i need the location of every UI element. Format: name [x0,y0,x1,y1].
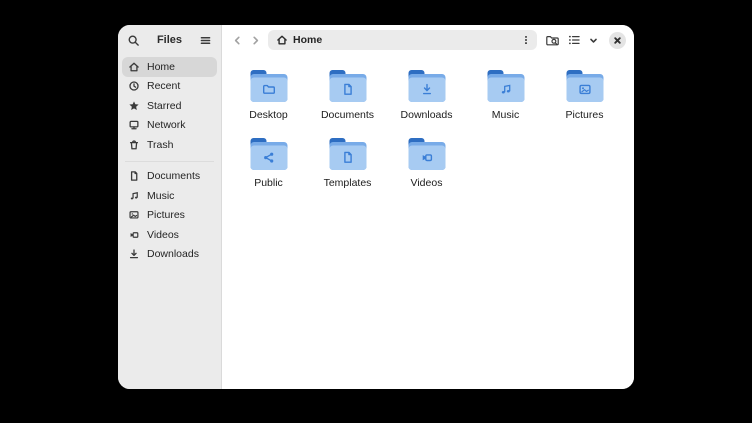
folder-name: Documents [321,109,374,121]
folder-documents[interactable]: Documents [308,70,387,121]
sidebar-item-home[interactable]: Home [122,57,217,77]
sidebar-item-label: Network [147,119,186,131]
folder-downloads[interactable]: Downloads [387,70,466,121]
sidebar-item-network[interactable]: Network [122,116,217,136]
back-button[interactable] [228,31,246,49]
folder-name: Desktop [249,109,288,121]
current-location-label: Home [293,34,322,46]
sidebar-item-label: Documents [147,170,200,182]
folder-music[interactable]: Music [466,70,545,121]
document-icon [128,170,140,182]
list-view-toggle-button[interactable] [567,33,581,47]
headerbar: Home [222,25,634,55]
sidebar-item-label: Home [147,61,175,73]
forward-button[interactable] [246,31,264,49]
sidebar-item-music[interactable]: Music [122,186,217,206]
path-bar[interactable]: Home [268,30,537,50]
folder-icon [407,70,447,103]
app-title: Files [157,34,182,46]
folder-name: Pictures [566,109,604,121]
download-icon [128,248,140,260]
sidebar-item-trash[interactable]: Trash [122,135,217,155]
folder-public[interactable]: Public [229,138,308,189]
folder-grid: Desktop Documents [222,55,634,189]
image-icon [128,209,140,221]
sidebar-item-videos[interactable]: Videos [122,225,217,245]
sidebar-item-starred[interactable]: Starred [122,96,217,116]
view-options-dropdown-button[interactable] [588,35,599,46]
search-icon [127,34,140,47]
sidebar-item-label: Videos [147,229,179,241]
home-icon [276,34,288,46]
sidebar-item-label: Starred [147,100,181,112]
search-button[interactable] [127,34,140,47]
sidebar-item-label: Downloads [147,248,199,260]
close-icon [613,36,622,45]
trash-icon [128,139,140,151]
folder-name: Downloads [401,109,453,121]
list-view-icon [567,33,581,47]
headerbar-actions [545,32,626,49]
folder-name: Templates [324,177,372,189]
sidebar-list: Home Recent Starred Network [118,55,221,264]
sidebar-item-downloads[interactable]: Downloads [122,245,217,265]
sidebar-item-documents[interactable]: Documents [122,167,217,187]
search-everywhere-button[interactable] [545,33,560,48]
folder-icon [328,138,368,171]
music-icon [128,190,140,202]
hamburger-menu-icon [199,34,212,47]
main-menu-button[interactable] [199,34,212,47]
folder-videos[interactable]: Videos [387,138,466,189]
folder-desktop[interactable]: Desktop [229,70,308,121]
sidebar: Files Home Recent [118,25,222,389]
folder-icon [249,70,289,103]
chevron-right-icon [249,34,262,47]
video-icon [128,229,140,241]
sidebar-item-label: Recent [147,80,180,92]
folder-pictures[interactable]: Pictures [545,70,624,121]
sidebar-item-label: Trash [147,139,173,151]
chevron-down-icon [588,35,599,46]
folder-icon [249,138,289,171]
home-icon [128,61,140,73]
sidebar-header: Files [118,25,221,55]
folder-search-icon [545,33,560,48]
sidebar-item-label: Pictures [147,209,185,221]
window-close-button[interactable] [609,32,626,49]
folder-icon [328,70,368,103]
folder-name: Videos [411,177,443,189]
sidebar-separator [125,161,214,162]
files-window: Files Home Recent [118,25,634,389]
star-icon [128,100,140,112]
path-menu-button[interactable] [520,34,532,46]
sidebar-item-label: Music [147,190,174,202]
folder-name: Public [254,177,283,189]
network-icon [128,119,140,131]
kebab-menu-icon [520,34,532,46]
sidebar-item-recent[interactable]: Recent [122,77,217,97]
folder-templates[interactable]: Templates [308,138,387,189]
folder-name: Music [492,109,519,121]
main-pane: Home [222,25,634,389]
folder-icon [486,70,526,103]
clock-icon [128,80,140,92]
chevron-left-icon [231,34,244,47]
sidebar-item-pictures[interactable]: Pictures [122,206,217,226]
folder-icon [407,138,447,171]
folder-icon [565,70,605,103]
